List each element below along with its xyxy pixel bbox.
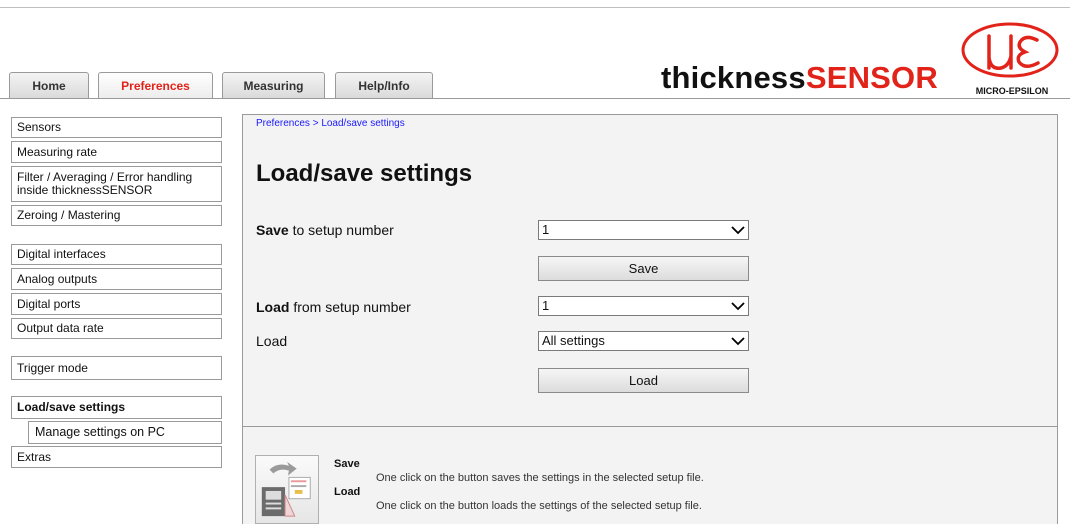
help-save-desc: One click on the button saves the settin… xyxy=(376,472,704,484)
save-setup-select[interactable]: 1 xyxy=(538,220,749,240)
file-transfer-icon xyxy=(261,461,311,517)
load-setup-select-value: 1 xyxy=(542,298,550,313)
panel-divider xyxy=(243,426,1057,427)
help-save-title: Save xyxy=(334,458,360,470)
chevron-down-icon xyxy=(731,302,745,311)
load-type-select-value: All settings xyxy=(542,333,605,348)
load-type-select[interactable]: All settings xyxy=(538,331,749,351)
load-setup-label-bold: Load xyxy=(256,299,290,315)
save-setup-label-bold: Save xyxy=(256,222,289,238)
load-setup-select[interactable]: 1 xyxy=(538,296,749,316)
sidebar-item-trigger-mode[interactable]: Trigger mode xyxy=(11,356,222,380)
page-title: Load/save settings xyxy=(256,160,473,187)
logo-company-text: MICRO-EPSILON xyxy=(975,86,1049,96)
sidebar-item-analog-outputs[interactable]: Analog outputs xyxy=(11,268,222,290)
sidebar-item-digital-ports[interactable]: Digital ports xyxy=(11,293,222,315)
brand-title-part-b: SENSOR xyxy=(805,60,938,95)
tab-home[interactable]: Home xyxy=(9,72,89,99)
sidebar-item-sensors[interactable]: Sensors xyxy=(11,117,222,138)
save-setup-label-rest: to setup number xyxy=(288,222,394,238)
tab-help-info[interactable]: Help/Info xyxy=(335,72,433,99)
load-type-label: Load xyxy=(256,333,288,349)
header-line xyxy=(0,98,1070,99)
sidebar-item-extras[interactable]: Extras xyxy=(11,446,222,468)
chevron-down-icon xyxy=(731,337,745,346)
save-button[interactable]: Save xyxy=(538,256,749,281)
sidebar-item-load-save-settings[interactable]: Load/save settings xyxy=(11,396,222,419)
save-setup-label: Save to setup number xyxy=(256,222,394,238)
tab-preferences[interactable]: Preferences xyxy=(98,72,213,99)
sidebar-item-manage-settings-pc[interactable]: Manage settings on PC xyxy=(28,421,222,444)
chevron-down-icon xyxy=(731,226,745,235)
help-load-desc: One click on the button loads the settin… xyxy=(376,500,702,512)
help-load-title: Load xyxy=(334,486,361,498)
brand-title-part-a: thickness xyxy=(661,60,806,95)
sidebar-item-output-data-rate[interactable]: Output data rate xyxy=(11,318,222,339)
tab-measuring[interactable]: Measuring xyxy=(222,72,325,99)
brand-title: thicknessSENSOR xyxy=(661,60,938,96)
top-border xyxy=(0,7,1070,8)
load-button[interactable]: Load xyxy=(538,368,749,393)
sidebar-item-measuring-rate[interactable]: Measuring rate xyxy=(11,141,222,163)
sidebar-item-filter[interactable]: Filter / Averaging / Error handling insi… xyxy=(11,166,222,202)
load-setup-label: Load from setup number xyxy=(256,299,411,315)
save-load-help-icon xyxy=(255,455,319,524)
sidebar-item-digital-interfaces[interactable]: Digital interfaces xyxy=(11,244,222,265)
breadcrumb[interactable]: Preferences > Load/save settings xyxy=(256,118,405,129)
load-setup-label-rest: from setup number xyxy=(289,299,411,315)
sidebar-item-zeroing[interactable]: Zeroing / Mastering xyxy=(11,205,222,226)
save-setup-select-value: 1 xyxy=(542,222,550,237)
